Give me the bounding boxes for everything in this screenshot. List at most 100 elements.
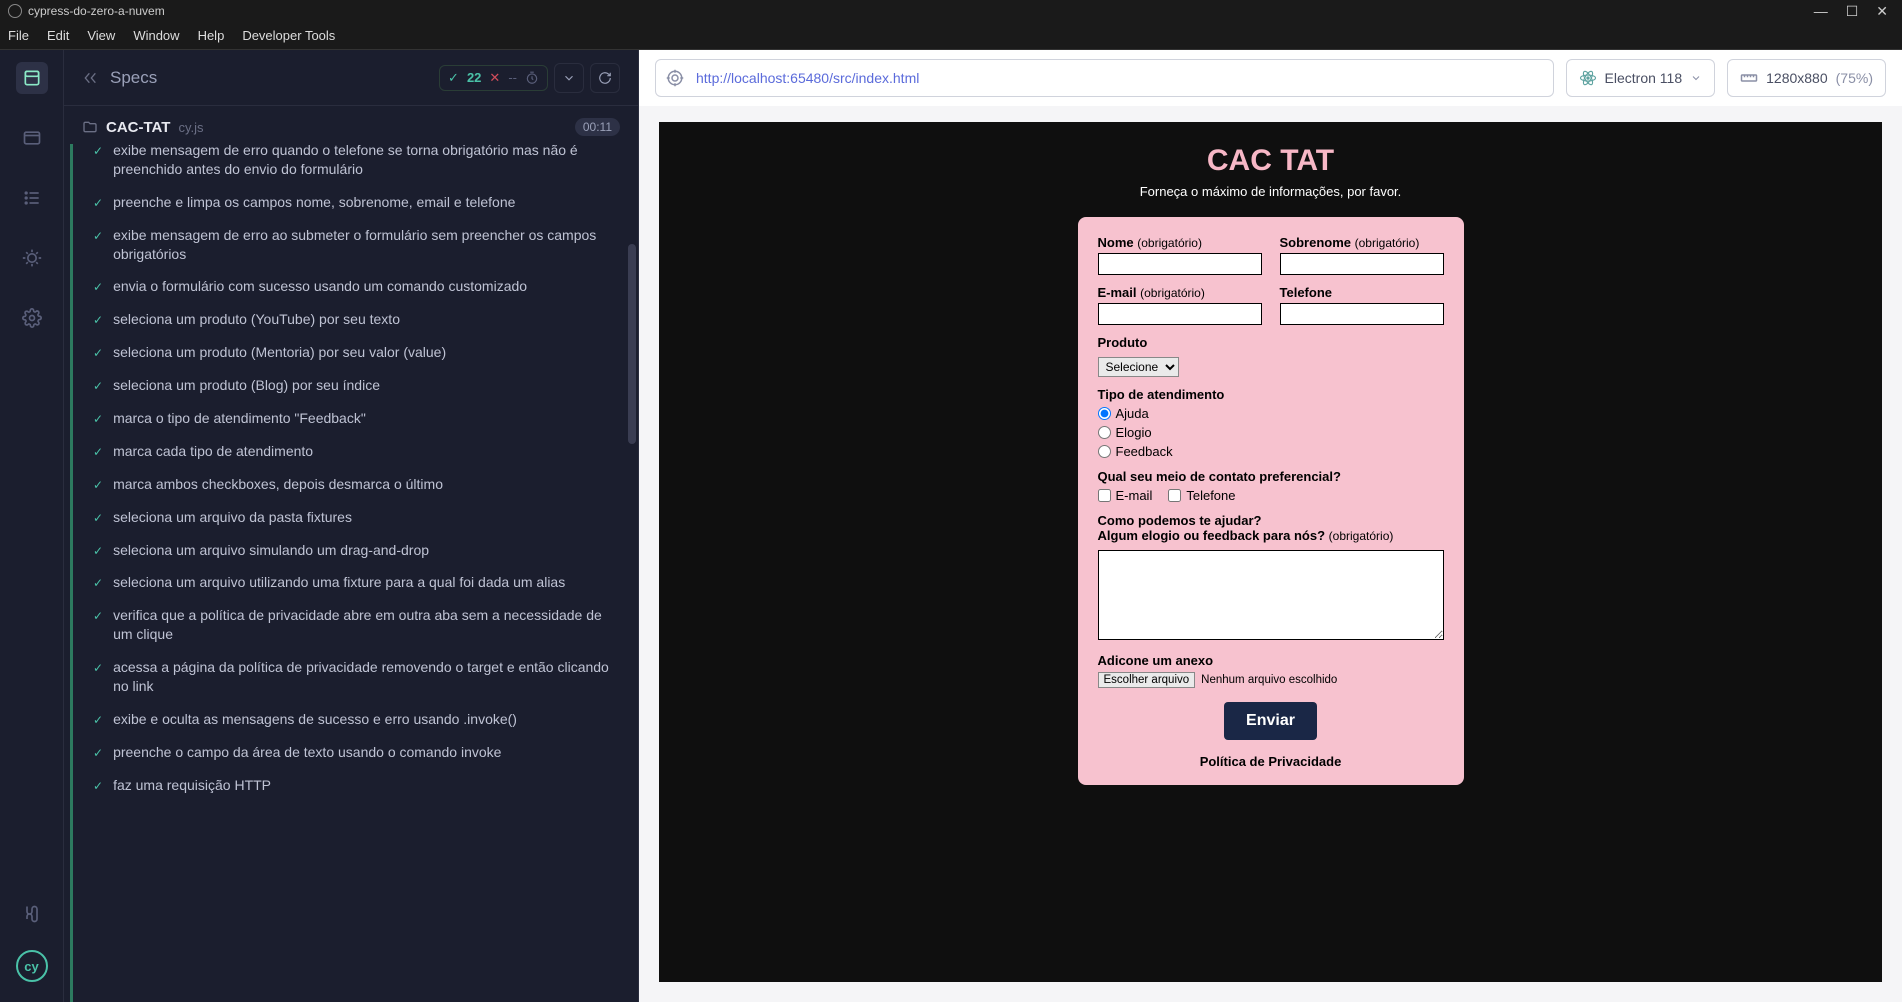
window-close-icon[interactable]: ✕ bbox=[1876, 3, 1888, 20]
nome-label: Nome (obrigatório) bbox=[1098, 235, 1262, 250]
viewport-info[interactable]: 1280x880 (75%) bbox=[1727, 59, 1886, 97]
viewport-scale: (75%) bbox=[1836, 70, 1873, 86]
specs-header-label: Specs bbox=[110, 68, 157, 88]
test-item[interactable]: ✓exibe mensagem de erro quando o telefon… bbox=[85, 144, 638, 186]
menu-window[interactable]: Window bbox=[133, 28, 179, 43]
timer-icon bbox=[525, 71, 539, 85]
test-list[interactable]: ✓exibe mensagem de erro quando o telefon… bbox=[70, 144, 638, 1002]
test-title: seleciona um arquivo simulando um drag-a… bbox=[113, 541, 429, 560]
radio-elogio[interactable] bbox=[1098, 426, 1111, 439]
test-item[interactable]: ✓exibe mensagem de erro ao submeter o fo… bbox=[85, 219, 638, 271]
file-choose-button[interactable]: Escolher arquivo bbox=[1098, 672, 1196, 688]
nav-runs-icon[interactable] bbox=[16, 122, 48, 154]
spec-title-row[interactable]: CAC-TAT cy.js 00:11 bbox=[64, 106, 638, 144]
selector-playground-icon[interactable] bbox=[666, 69, 684, 87]
fail-x-icon: ✕ bbox=[489, 70, 500, 86]
test-item[interactable]: ✓envia o formulário com sucesso usando u… bbox=[85, 270, 638, 303]
submit-button[interactable]: Enviar bbox=[1224, 702, 1317, 740]
scrollbar-thumb[interactable] bbox=[628, 244, 636, 444]
check-icon: ✓ bbox=[93, 712, 103, 729]
sobrenome-label: Sobrenome (obrigatório) bbox=[1280, 235, 1444, 250]
test-title: marca cada tipo de atendimento bbox=[113, 442, 313, 461]
check-email[interactable] bbox=[1098, 489, 1111, 502]
nav-rail: cy bbox=[0, 50, 64, 1002]
help-label-1: Como podemos te ajudar? bbox=[1098, 513, 1444, 528]
pass-check-icon: ✓ bbox=[448, 70, 459, 86]
email-input[interactable] bbox=[1098, 303, 1262, 325]
file-chosen-text: Nenhum arquivo escolhido bbox=[1201, 674, 1337, 686]
test-title: seleciona um produto (YouTube) por seu t… bbox=[113, 310, 400, 329]
check-icon: ✓ bbox=[93, 575, 103, 592]
telefone-input[interactable] bbox=[1280, 303, 1444, 325]
test-title: faz uma requisição HTTP bbox=[113, 776, 271, 795]
test-item[interactable]: ✓marca ambos checkboxes, depois desmarca… bbox=[85, 468, 638, 501]
test-item[interactable]: ✓ faz uma requisição HTTP bbox=[85, 769, 638, 802]
nav-list-icon[interactable] bbox=[16, 182, 48, 214]
viewport-size: 1280x880 bbox=[1766, 70, 1828, 86]
test-item[interactable]: ✓seleciona um arquivo simulando um drag-… bbox=[85, 534, 638, 567]
tipo-atendimento-label: Tipo de atendimento bbox=[1098, 387, 1444, 402]
page-title: CAC TAT bbox=[659, 144, 1882, 178]
test-title: preenche o campo da área de texto usando… bbox=[113, 743, 501, 762]
test-item[interactable]: ✓seleciona um produto (YouTube) por seu … bbox=[85, 303, 638, 336]
pass-count: 22 bbox=[467, 70, 481, 85]
pending-dash-icon: -- bbox=[508, 70, 517, 85]
browser-selector[interactable]: Electron 118 bbox=[1566, 59, 1716, 97]
produto-select[interactable]: Selecione bbox=[1098, 357, 1179, 377]
aut-url-bar[interactable]: http://localhost:65480/src/index.html bbox=[655, 59, 1554, 97]
nav-specs-icon[interactable] bbox=[16, 62, 48, 94]
menu-edit[interactable]: Edit bbox=[47, 28, 69, 43]
check-icon: ✓ bbox=[93, 345, 103, 362]
sobrenome-input[interactable] bbox=[1280, 253, 1444, 275]
chevron-down-button[interactable] bbox=[554, 63, 584, 93]
test-item[interactable]: ✓verifica que a política de privacidade … bbox=[85, 599, 638, 651]
nome-input[interactable] bbox=[1098, 253, 1262, 275]
test-item[interactable]: ✓marca o tipo de atendimento "Feedback" bbox=[85, 402, 638, 435]
help-textarea[interactable] bbox=[1098, 550, 1444, 640]
radio-feedback[interactable] bbox=[1098, 445, 1111, 458]
spec-name: CAC-TAT bbox=[106, 119, 170, 136]
test-title: envia o formulário com sucesso usando um… bbox=[113, 277, 527, 296]
radio-ajuda[interactable] bbox=[1098, 407, 1111, 420]
test-title: seleciona um produto (Blog) por seu índi… bbox=[113, 376, 380, 395]
test-item[interactable]: ✓acessa a página da política de privacid… bbox=[85, 651, 638, 703]
window-maximize-icon[interactable]: ☐ bbox=[1846, 3, 1859, 20]
cypress-logo-icon[interactable]: cy bbox=[16, 950, 48, 982]
test-title: exibe e oculta as mensagens de sucesso e… bbox=[113, 710, 517, 729]
collapse-icon[interactable] bbox=[82, 70, 98, 86]
menu-help[interactable]: Help bbox=[198, 28, 225, 43]
rerun-button[interactable] bbox=[590, 63, 620, 93]
radio-ajuda-label: Ajuda bbox=[1116, 406, 1149, 421]
radio-elogio-label: Elogio bbox=[1116, 425, 1152, 440]
titlebar: cypress-do-zero-a-nuvem — ☐ ✕ bbox=[0, 0, 1902, 22]
test-title: marca ambos checkboxes, depois desmarca … bbox=[113, 475, 443, 494]
test-item[interactable]: ✓preenche e limpa os campos nome, sobren… bbox=[85, 186, 638, 219]
test-title: preenche e limpa os campos nome, sobreno… bbox=[113, 193, 515, 212]
contact-form: Nome (obrigatório) Sobrenome (obrigatóri… bbox=[1078, 217, 1464, 785]
check-email-label: E-mail bbox=[1116, 488, 1153, 503]
window-minimize-icon[interactable]: — bbox=[1814, 3, 1828, 20]
menu-view[interactable]: View bbox=[87, 28, 115, 43]
test-item[interactable]: ✓marca cada tipo de atendimento bbox=[85, 435, 638, 468]
check-icon: ✓ bbox=[93, 510, 103, 527]
nav-settings-icon[interactable] bbox=[16, 302, 48, 334]
reporter-panel: Specs ✓ 22 ✕ -- bbox=[64, 50, 639, 1002]
page-subtitle: Forneça o máximo de informações, por fav… bbox=[659, 184, 1882, 199]
check-icon: ✓ bbox=[93, 778, 103, 795]
privacy-link[interactable]: Política de Privacidade bbox=[1200, 754, 1342, 769]
test-item[interactable]: ✓preenche o campo da área de texto usand… bbox=[85, 736, 638, 769]
menu-devtools[interactable]: Developer Tools bbox=[242, 28, 335, 43]
nav-debug-icon[interactable] bbox=[16, 242, 48, 274]
aut-url-text: http://localhost:65480/src/index.html bbox=[696, 70, 919, 86]
menu-file[interactable]: File bbox=[8, 28, 29, 43]
test-item[interactable]: ✓ exibe e oculta as mensagens de sucesso … bbox=[85, 703, 638, 736]
test-item[interactable]: ✓seleciona um arquivo da pasta fixtures bbox=[85, 501, 638, 534]
check-telefone[interactable] bbox=[1168, 489, 1181, 502]
nav-shortcut-icon[interactable] bbox=[16, 898, 48, 930]
check-icon: ✓ bbox=[93, 144, 103, 179]
test-item[interactable]: ✓seleciona um produto (Mentoria) por seu… bbox=[85, 336, 638, 369]
anexo-label: Adicone um anexo bbox=[1098, 653, 1444, 668]
test-item[interactable]: ✓seleciona um produto (Blog) por seu índ… bbox=[85, 369, 638, 402]
spec-file: cy.js bbox=[178, 120, 203, 135]
test-item[interactable]: ✓seleciona um arquivo utilizando uma fix… bbox=[85, 566, 638, 599]
